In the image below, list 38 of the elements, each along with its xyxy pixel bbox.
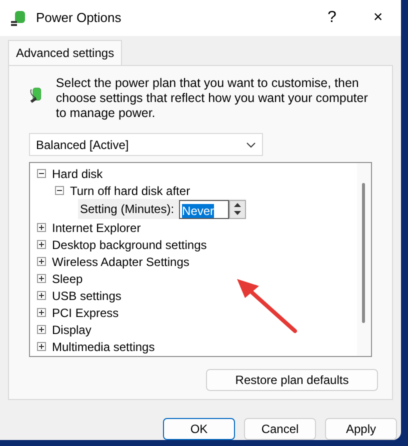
window-title: Power Options bbox=[36, 9, 122, 28]
collapse-icon[interactable] bbox=[37, 169, 46, 178]
up-arrow-icon[interactable] bbox=[234, 202, 242, 207]
spinner-control[interactable] bbox=[229, 200, 246, 218]
expand-icon[interactable] bbox=[37, 240, 46, 249]
close-button[interactable]: × bbox=[355, 5, 401, 31]
expand-icon[interactable] bbox=[37, 325, 46, 334]
chevron-down-icon bbox=[246, 142, 256, 148]
expand-icon[interactable] bbox=[37, 257, 46, 266]
tree-item[interactable]: Desktop background settings bbox=[52, 236, 207, 254]
dialog-button[interactable]: Apply bbox=[325, 418, 397, 440]
restore-defaults-button[interactable]: Restore plan defaults bbox=[206, 369, 378, 391]
tree-item[interactable]: PCI Express bbox=[52, 304, 119, 322]
plan-dropdown[interactable]: Balanced [Active] bbox=[29, 133, 263, 156]
expand-icon[interactable] bbox=[37, 291, 46, 300]
tab[interactable]: Advanced settings bbox=[8, 40, 122, 65]
down-arrow-icon[interactable] bbox=[234, 211, 242, 216]
collapse-icon[interactable] bbox=[55, 186, 64, 195]
description-text: Select the power plan that you want to customise, then choose settings that reflect how you want your computer to manage power. bbox=[56, 76, 369, 121]
tree-item[interactable]: USB settings bbox=[52, 286, 122, 304]
tree-item[interactable]: Internet Explorer bbox=[52, 218, 141, 236]
dialog-button[interactable]: Cancel bbox=[244, 418, 316, 440]
expand-icon[interactable] bbox=[37, 223, 46, 232]
power-plug-icon bbox=[10, 9, 28, 27]
tree-item[interactable]: Display bbox=[52, 320, 92, 338]
tree-item[interactable]: Wireless Adapter Settings bbox=[52, 252, 190, 270]
tree-item[interactable]: Sleep bbox=[52, 270, 83, 288]
dialog-button[interactable]: OK bbox=[163, 418, 235, 440]
expand-icon[interactable] bbox=[37, 308, 46, 317]
tree-item[interactable]: Multimedia settings bbox=[52, 338, 155, 356]
setting-label: Setting (Minutes): bbox=[80, 201, 174, 218]
help-button[interactable]: ? bbox=[309, 5, 355, 31]
expand-icon[interactable] bbox=[37, 274, 46, 283]
expand-icon[interactable] bbox=[37, 342, 46, 351]
tree-item[interactable]: Hard disk bbox=[52, 164, 103, 182]
scrollbar[interactable] bbox=[357, 163, 371, 356]
tree-item[interactable]: Turn off hard disk after bbox=[70, 182, 190, 200]
value-field[interactable]: Never bbox=[179, 200, 230, 218]
